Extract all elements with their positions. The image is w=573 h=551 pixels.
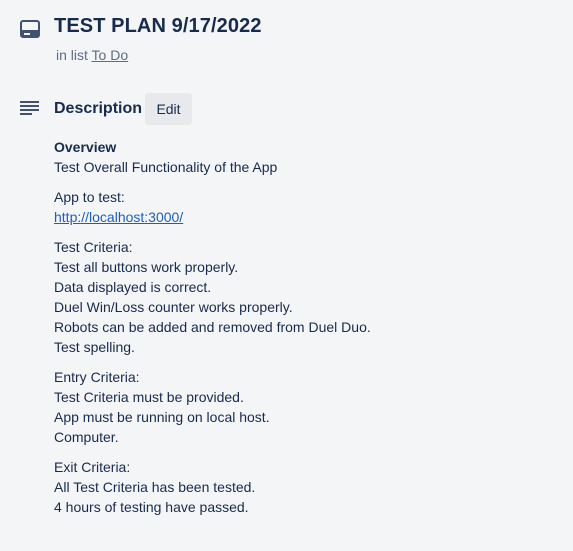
list-item: Test Criteria must be provided. (54, 389, 244, 405)
list-item: Duel Win/Loss counter works properly. (54, 299, 293, 315)
app-link[interactable]: http://localhost:3000/ (54, 207, 183, 227)
list-item: Test spelling. (54, 339, 135, 355)
description-body[interactable]: Overview Test Overall Functionality of t… (54, 137, 554, 527)
card-title[interactable]: TEST PLAN 9/17/2022 (54, 15, 262, 38)
description-heading: Description (54, 100, 143, 117)
card-detail-panel: TEST PLAN 9/17/2022 in list To Do Descri… (0, 0, 573, 551)
list-item: Computer. (54, 429, 119, 445)
app-label: App to test: (54, 189, 125, 205)
in-list-prefix: in list (56, 47, 88, 63)
description-icon (20, 101, 39, 115)
overview-section: Overview Test Overall Functionality of t… (54, 137, 554, 177)
test-criteria-label: Test Criteria: (54, 239, 133, 255)
list-item: Data displayed is correct. (54, 279, 212, 295)
list-item: Robots can be added and removed from Due… (54, 319, 371, 335)
exit-criteria-section: Exit Criteria: All Test Criteria has bee… (54, 457, 554, 517)
overview-heading: Overview (54, 139, 117, 155)
overview-text: Test Overall Functionality of the App (54, 159, 278, 175)
entry-criteria-section: Entry Criteria: Test Criteria must be pr… (54, 367, 554, 447)
list-item: Test all buttons work properly. (54, 259, 239, 275)
entry-criteria-label: Entry Criteria: (54, 369, 140, 385)
list-item: All Test Criteria has been tested. (54, 479, 256, 495)
list-item: App must be running on local host. (54, 409, 270, 425)
exit-criteria-label: Exit Criteria: (54, 459, 131, 475)
test-criteria-section: Test Criteria: Test all buttons work pro… (54, 237, 554, 357)
list-item: 4 hours of testing have passed. (54, 499, 249, 515)
in-list-text: in list To Do (56, 47, 128, 63)
list-link[interactable]: To Do (92, 47, 129, 63)
card-icon (20, 20, 40, 38)
edit-description-button[interactable]: Edit (145, 93, 192, 125)
app-section: App to test: http://localhost:3000/ (54, 187, 554, 227)
